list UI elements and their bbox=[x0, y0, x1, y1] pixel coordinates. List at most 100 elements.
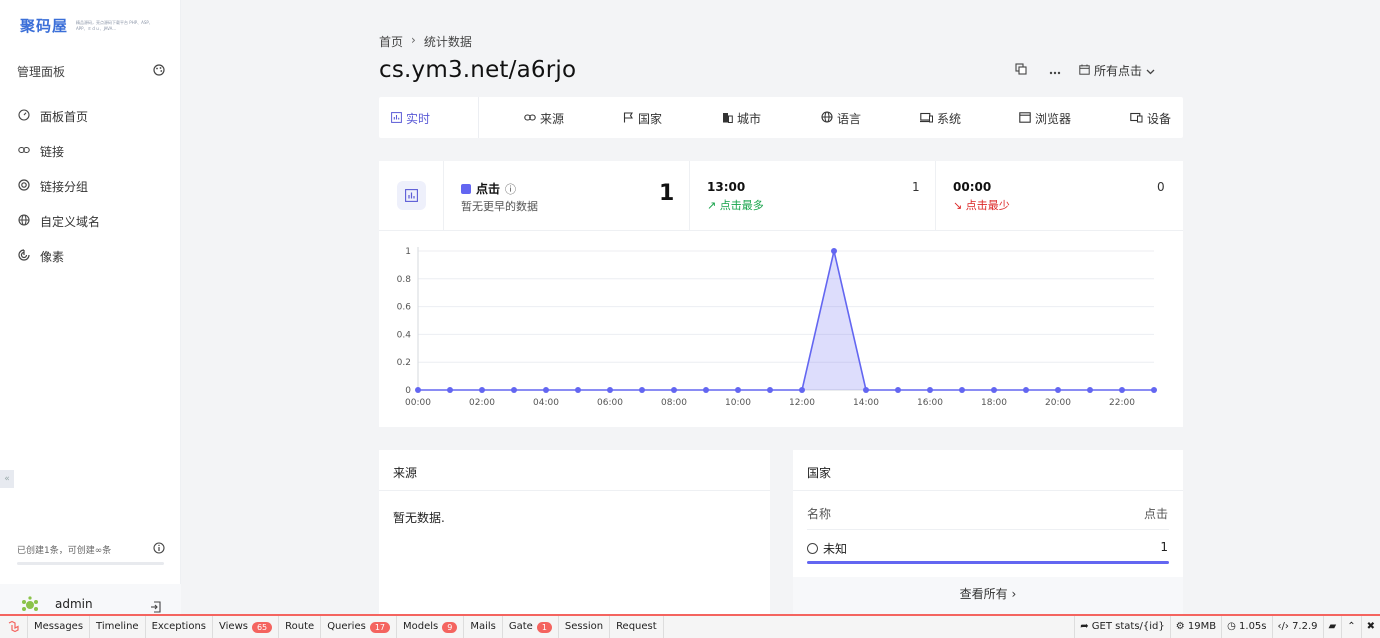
info-icon[interactable] bbox=[153, 542, 165, 557]
sidebar-section-header: 管理面板 bbox=[17, 63, 165, 80]
count-badge: 17 bbox=[369, 621, 390, 633]
folder-icon[interactable]: ▰ bbox=[1322, 616, 1342, 638]
sidebar-item-label: 面板首页 bbox=[40, 110, 89, 124]
debug-tab-gate[interactable]: Gate 1 bbox=[503, 616, 559, 638]
data-point bbox=[671, 387, 677, 393]
debug-tab-route[interactable]: Route bbox=[279, 616, 322, 638]
data-point bbox=[927, 387, 933, 393]
sidebar-item-label: 链接分组 bbox=[40, 180, 89, 194]
tab-os[interactable]: 系统 bbox=[920, 110, 961, 127]
sidebar-item-custom-domains[interactable]: 自定义域名 bbox=[17, 204, 167, 239]
chevron-down-icon bbox=[1146, 64, 1155, 78]
debug-tab-request[interactable]: Request bbox=[610, 616, 664, 638]
debug-tab-messages[interactable]: Messages bbox=[28, 616, 91, 638]
countries-title: 国家 bbox=[793, 450, 1183, 491]
debug-tab-views[interactable]: Views 65 bbox=[213, 616, 280, 638]
tab-divider bbox=[478, 97, 479, 138]
data-point bbox=[543, 387, 549, 393]
tab-languages[interactable]: 语言 bbox=[821, 110, 861, 127]
x-tick-label: 04:00 bbox=[533, 398, 559, 408]
tab-realtime[interactable]: 实时 bbox=[391, 110, 430, 127]
y-tick-label: 0.4 bbox=[397, 330, 412, 340]
dashboard-icon bbox=[17, 109, 31, 124]
y-tick-label: 0.6 bbox=[397, 303, 412, 313]
tab-browsers[interactable]: 浏览器 bbox=[1019, 110, 1071, 127]
view-all-button[interactable]: 查看所有 › bbox=[793, 577, 1183, 614]
breadcrumb-home[interactable]: 首页 bbox=[379, 33, 403, 50]
logo[interactable]: 聚码屋 精品源码，亮点源码下载平台 PHP、ASP、APP、Ｅｄｕ、JAVA… bbox=[20, 15, 156, 36]
chevron-up-icon[interactable]: ⌃ bbox=[1341, 616, 1360, 638]
chevron-right-icon: › bbox=[411, 33, 416, 47]
time-info: ◷ 1.05s bbox=[1221, 616, 1271, 638]
arrow-up-right-icon: ↗ bbox=[707, 199, 717, 212]
data-point bbox=[959, 387, 965, 393]
username: admin bbox=[55, 597, 93, 611]
more-options-icon[interactable] bbox=[1049, 64, 1061, 78]
series-area bbox=[418, 251, 1154, 390]
page-title: cs.ym3.net/a6rjo bbox=[379, 57, 577, 83]
x-tick-label: 08:00 bbox=[661, 398, 687, 408]
sidebar-collapse-toggle[interactable]: « bbox=[0, 470, 14, 488]
data-point bbox=[479, 387, 485, 393]
tab-cities[interactable]: 城市 bbox=[722, 110, 761, 127]
info-icon[interactable]: ⓘ bbox=[505, 181, 516, 197]
data-point bbox=[799, 387, 805, 393]
clock-icon: ◷ bbox=[1227, 621, 1240, 632]
y-tick-label: 0.8 bbox=[397, 275, 412, 285]
x-tick-label: 00:00 bbox=[405, 398, 431, 408]
sidebar-item-label: 链接 bbox=[40, 145, 65, 159]
debug-tab-timeline[interactable]: Timeline bbox=[90, 616, 146, 638]
data-point bbox=[1151, 387, 1157, 393]
route-info[interactable]: ➦ GET stats/{id} bbox=[1074, 616, 1170, 638]
series-subtitle: 暂无更早的数据 bbox=[461, 200, 538, 213]
referrers-title: 来源 bbox=[379, 450, 770, 491]
data-point bbox=[1055, 387, 1061, 393]
data-point bbox=[639, 387, 645, 393]
debug-metrics: ➦ GET stats/{id} ⚙ 19MB ◷ 1.05s ‹/› 7.2.… bbox=[1074, 616, 1380, 638]
data-point bbox=[703, 387, 709, 393]
max-value: 1 bbox=[912, 180, 920, 194]
series-name: 点击 bbox=[476, 182, 501, 196]
debug-tab-mails[interactable]: Mails bbox=[464, 616, 503, 638]
sidebar-section-title: 管理面板 bbox=[17, 65, 66, 79]
debug-tab-models[interactable]: Models 9 bbox=[397, 616, 465, 638]
date-filter-dropdown[interactable]: 所有点击 bbox=[1079, 62, 1155, 79]
empty-message: 暂无数据. bbox=[393, 511, 445, 525]
sidebar-item-link-groups[interactable]: 链接分组 bbox=[17, 169, 167, 204]
data-point bbox=[895, 387, 901, 393]
copy-icon[interactable] bbox=[1015, 63, 1027, 78]
sidebar-item-dashboard[interactable]: 面板首页 bbox=[17, 99, 167, 134]
laravel-logo-icon[interactable] bbox=[0, 616, 28, 638]
data-point bbox=[1023, 387, 1029, 393]
debug-tab-queries[interactable]: Queries 17 bbox=[321, 616, 397, 638]
palette-icon[interactable] bbox=[153, 64, 165, 79]
flag-icon bbox=[623, 111, 634, 126]
chart-icon bbox=[391, 111, 402, 126]
close-icon[interactable]: ✖ bbox=[1360, 616, 1380, 638]
pixel-icon bbox=[17, 249, 31, 264]
column-header-name: 名称 bbox=[807, 507, 832, 521]
data-point bbox=[1119, 387, 1125, 393]
divider bbox=[443, 161, 444, 231]
window-icon bbox=[1019, 111, 1031, 126]
sidebar-item-pixels[interactable]: 像素 bbox=[17, 239, 167, 274]
avatar[interactable] bbox=[19, 596, 41, 614]
breadcrumb: 首页 › 统计数据 bbox=[379, 33, 472, 50]
data-point bbox=[447, 387, 453, 393]
debug-toolbar: Messages Timeline Exceptions Views 65 Route Qu… bbox=[0, 614, 1380, 638]
chart-icon bbox=[397, 181, 426, 210]
tab-devices[interactable]: 设备 bbox=[1130, 110, 1171, 127]
tab-countries[interactable]: 国家 bbox=[623, 110, 662, 127]
max-note: ↗ 点击最多 bbox=[707, 199, 764, 212]
debug-tab-exceptions[interactable]: Exceptions bbox=[146, 616, 214, 638]
tab-referrers[interactable]: 来源 bbox=[524, 110, 564, 127]
data-point bbox=[863, 387, 869, 393]
debug-tab-session[interactable]: Session bbox=[559, 616, 611, 638]
stats-summary: 点击 ⓘ 暂无更早的数据 1 13:00 1 ↗ 点击最多 00:00 0 ↘ … bbox=[379, 161, 1183, 231]
y-tick-label: 0 bbox=[405, 386, 411, 396]
sidebar-item-label: 自定义域名 bbox=[40, 215, 101, 229]
sidebar-item-links[interactable]: 链接 bbox=[17, 134, 167, 169]
link-icon bbox=[524, 112, 536, 126]
divider bbox=[807, 529, 1169, 530]
column-header-clicks: 点击 bbox=[1143, 507, 1168, 521]
